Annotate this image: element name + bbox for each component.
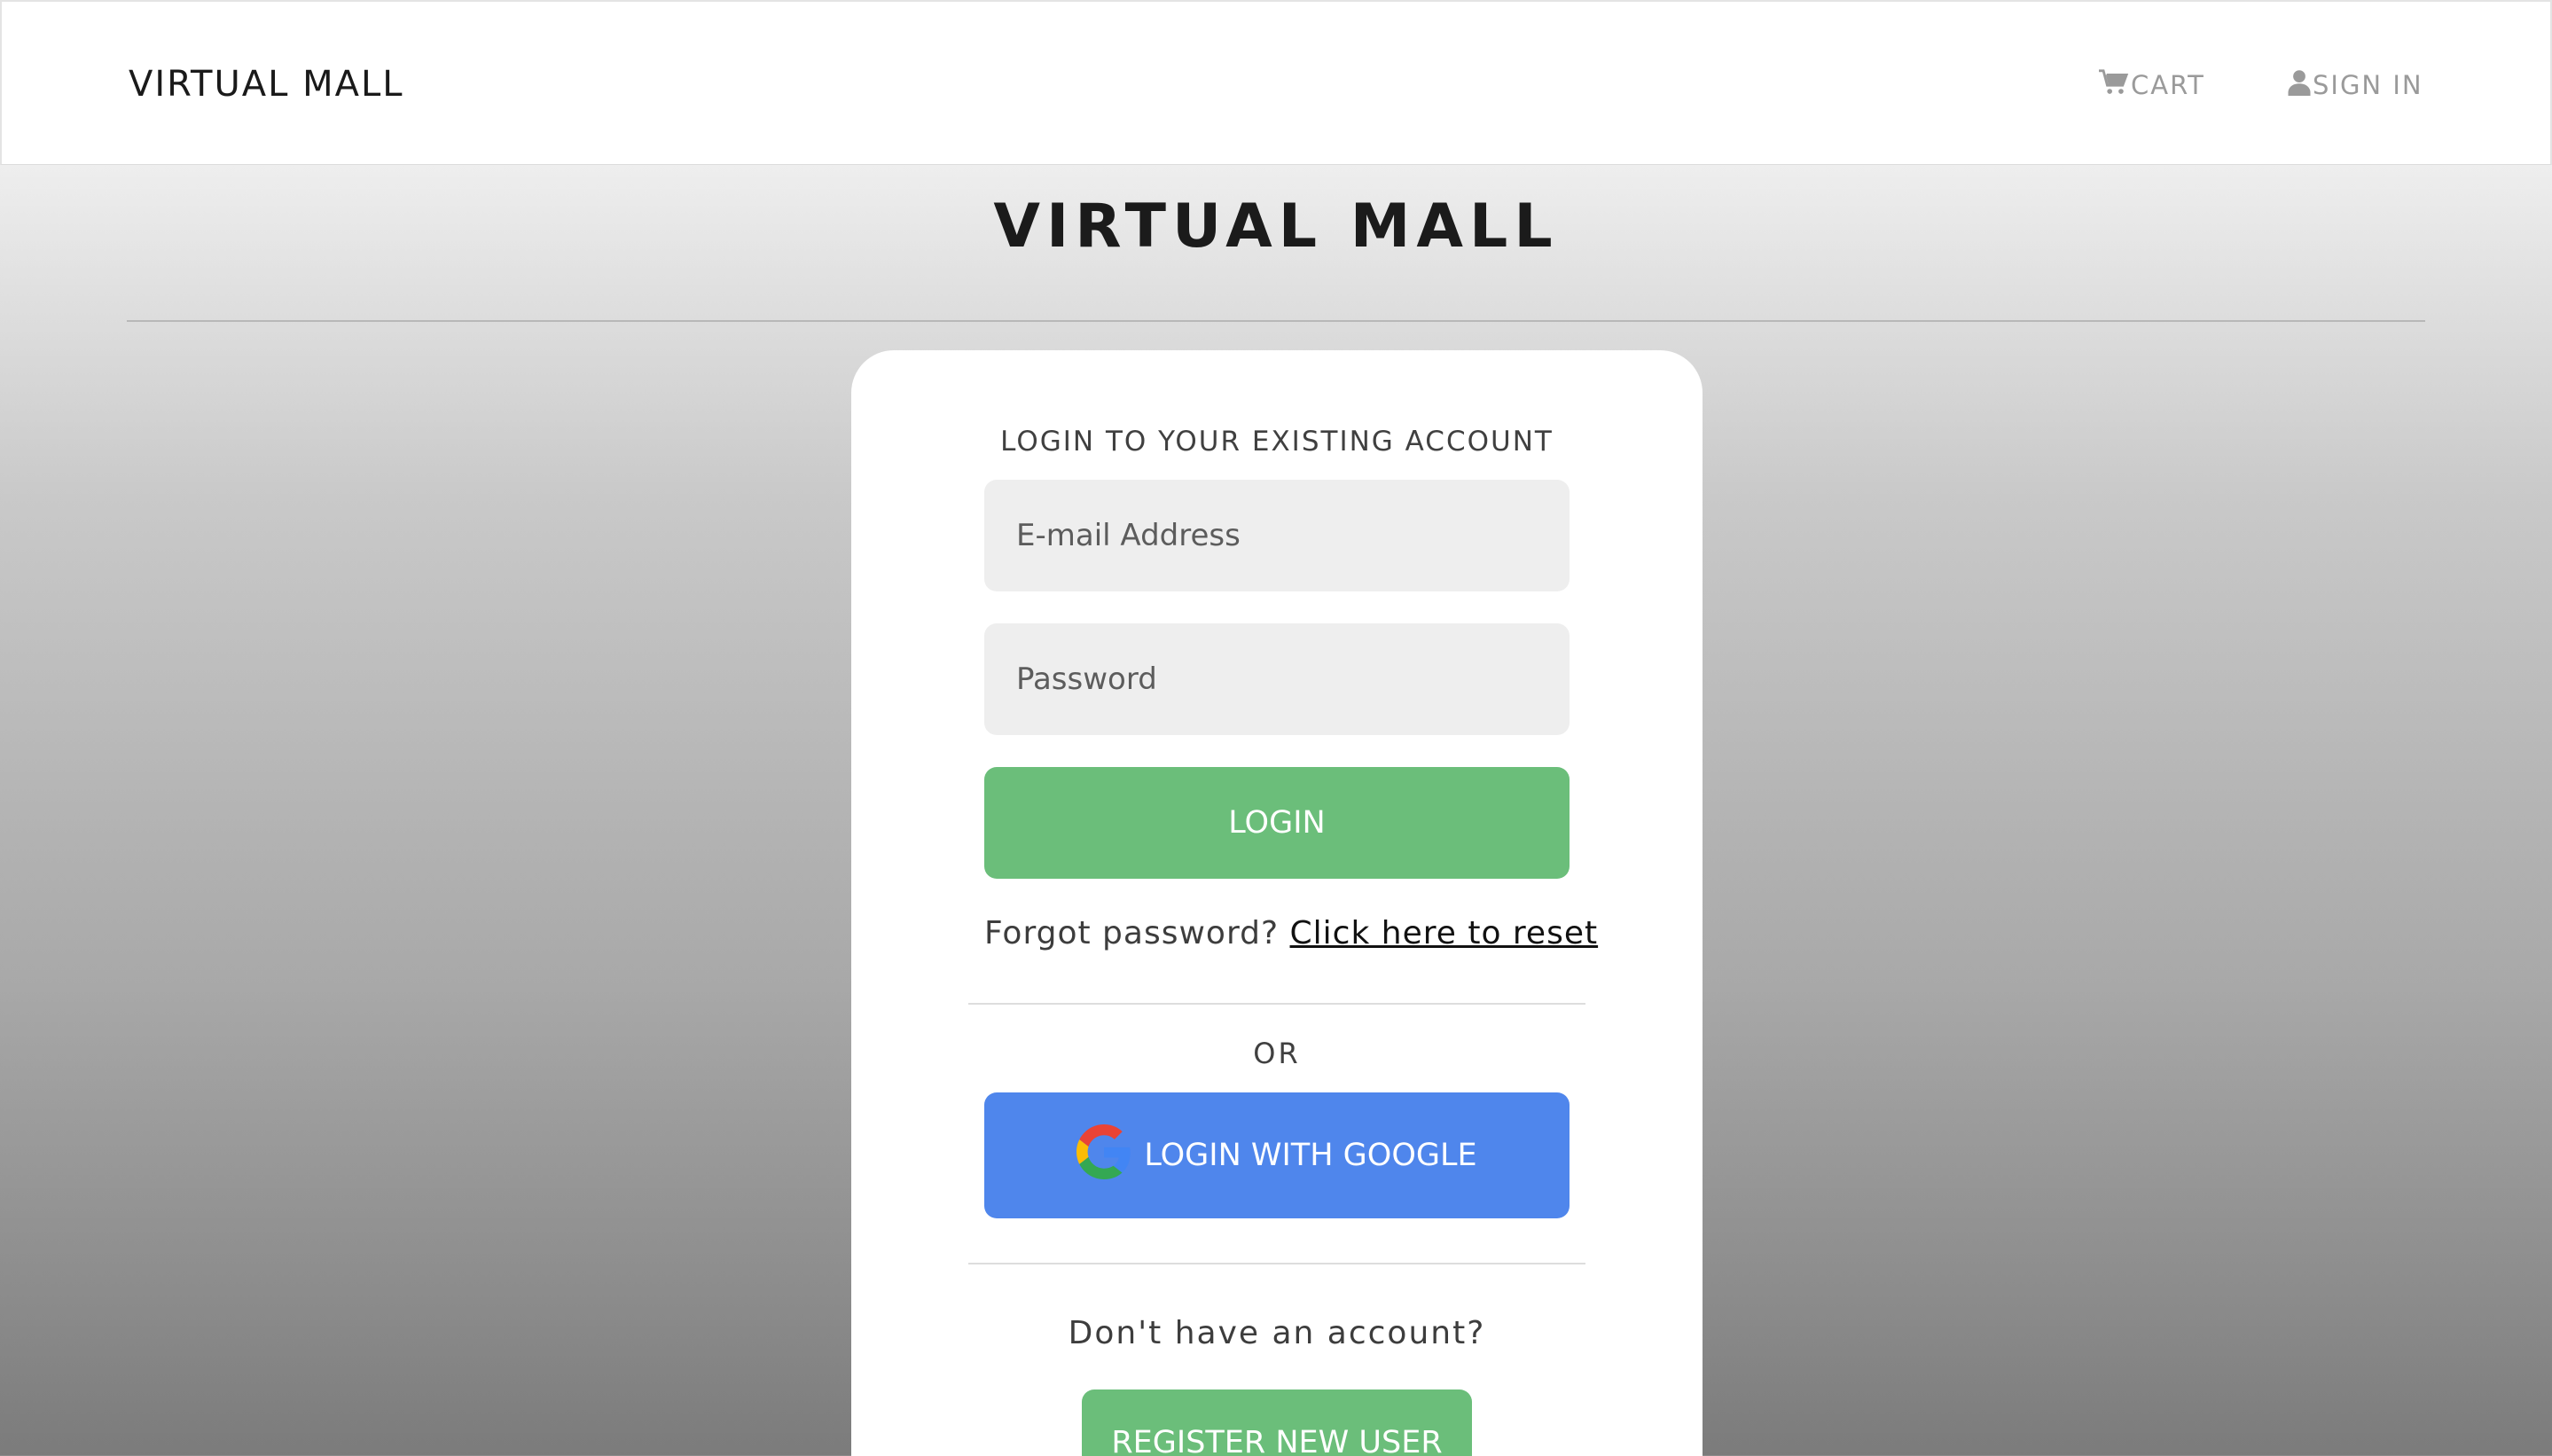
- title-divider: [127, 320, 2425, 322]
- nav-signin-link[interactable]: SIGN IN: [2288, 67, 2423, 103]
- divider: [968, 1003, 1585, 1005]
- email-field[interactable]: [984, 480, 1570, 591]
- page-title: VIRTUAL MALL: [993, 192, 1559, 262]
- google-login-label: LOGIN WITH GOOGLE: [1144, 1138, 1477, 1173]
- navbar: VIRTUAL MALL CART SIGN IN: [0, 0, 2552, 165]
- nav-cart-link[interactable]: CART: [2099, 67, 2205, 103]
- no-account-text: Don't have an account?: [1068, 1315, 1486, 1351]
- password-field[interactable]: [984, 623, 1570, 735]
- brand-logo[interactable]: VIRTUAL MALL: [129, 62, 404, 106]
- cart-icon: [2099, 68, 2131, 102]
- login-heading: LOGIN TO YOUR EXISTING ACCOUNT: [1000, 426, 1554, 458]
- forgot-password-text: Forgot password?: [984, 915, 1280, 951]
- forgot-password-row: Forgot password? Click here to reset: [984, 913, 1597, 954]
- register-button[interactable]: REGISTER NEW USER: [1082, 1389, 1472, 1456]
- divider: [968, 1263, 1585, 1264]
- google-login-button[interactable]: LOGIN WITH GOOGLE: [984, 1092, 1570, 1218]
- reset-password-link[interactable]: Click here to reset: [1290, 915, 1599, 951]
- nav-signin-label: SIGN IN: [2313, 70, 2423, 100]
- user-icon: [2288, 69, 2313, 102]
- or-separator: OR: [1253, 1037, 1301, 1070]
- google-icon: [1076, 1123, 1144, 1187]
- nav-cart-label: CART: [2131, 70, 2205, 100]
- login-button[interactable]: LOGIN: [984, 767, 1570, 879]
